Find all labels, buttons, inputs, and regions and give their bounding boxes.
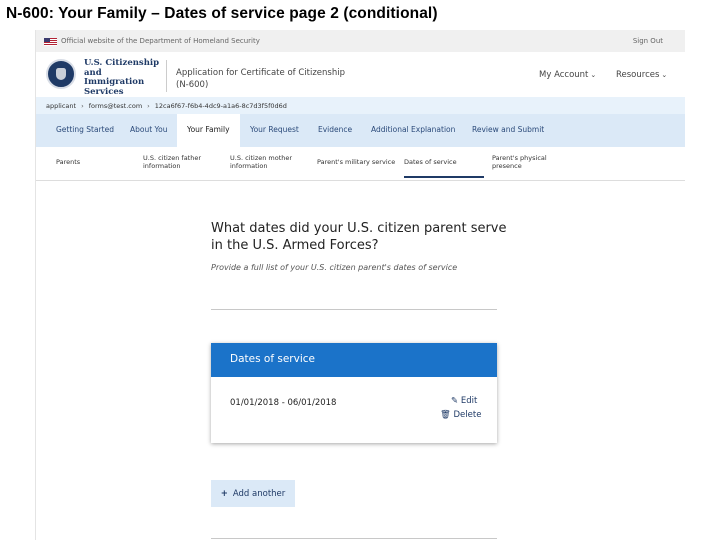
sub-nav: Parents U.S. citizen father information …: [36, 147, 685, 181]
tab-your-family[interactable]: Your Family: [177, 114, 240, 147]
tab-evidence[interactable]: Evidence: [318, 125, 352, 134]
agency-line: Services: [84, 86, 124, 97]
divider: [211, 538, 497, 539]
site-header: U.S. Citizenship and Immigration Service…: [36, 52, 685, 97]
tab-getting-started[interactable]: Getting Started: [56, 125, 114, 134]
application-form-number: (N-600): [176, 80, 209, 90]
breadcrumb-item: 12ca6f67-f6b4-4dc9-a1a6-8c7d3f5f0d6d: [154, 102, 287, 110]
breadcrumb-separator-icon: ›: [81, 102, 84, 110]
breadcrumb-item[interactable]: applicant: [46, 102, 76, 110]
card-title: Dates of service: [230, 353, 315, 365]
edit-label: Edit: [460, 396, 478, 406]
edit-button[interactable]: ✎ Edit: [451, 396, 477, 406]
subnav-military-service[interactable]: Parent's military service: [317, 158, 395, 166]
trash-icon: 🗑: [440, 410, 451, 420]
add-another-button[interactable]: + Add another: [211, 480, 295, 507]
slide-title: N-600: Your Family – Dates of service pa…: [6, 5, 438, 22]
subnav-parents[interactable]: Parents: [56, 158, 80, 166]
pencil-icon: ✎: [451, 396, 459, 406]
breadcrumb-item[interactable]: forms@test.com: [89, 102, 142, 110]
chevron-down-icon: ⌄: [590, 71, 597, 79]
dhs-seal-icon: [46, 59, 76, 89]
tab-additional-explanation[interactable]: Additional Explanation: [371, 125, 455, 134]
screenshot-frame: Official website of the Department of Ho…: [35, 30, 685, 540]
resources-label: Resources: [616, 70, 660, 80]
application-title: Application for Certificate of Citizensh…: [176, 67, 345, 91]
application-title-line: Application for Certificate of Citizensh…: [176, 68, 345, 78]
divider: [211, 309, 497, 310]
delete-button[interactable]: 🗑 Delete: [440, 410, 481, 420]
chevron-down-icon: ⌄: [661, 71, 668, 79]
us-flag-icon: [44, 38, 57, 46]
my-account-menu[interactable]: My Account ⌄: [539, 70, 596, 80]
plus-icon: +: [220, 488, 228, 499]
official-banner-text: Official website of the Department of Ho…: [61, 37, 260, 45]
delete-label: Delete: [453, 410, 482, 420]
subnav-dates-of-service[interactable]: Dates of service: [404, 158, 484, 178]
subnav-citizen-father[interactable]: U.S. citizen father information: [143, 154, 213, 170]
tab-about-you[interactable]: About You: [130, 125, 168, 134]
agency-line: and Immigration: [84, 67, 145, 87]
add-another-label: Add another: [232, 488, 286, 499]
my-account-label: My Account: [539, 70, 589, 80]
subnav-citizen-mother[interactable]: U.S. citizen mother information: [230, 154, 300, 170]
breadcrumb-separator-icon: ›: [147, 102, 150, 110]
breadcrumb-trail: applicant › forms@test.com › 12ca6f67-f6b4-4…: [46, 102, 287, 110]
dates-of-service-card: Dates of service 01/01/2018 - 06/01/2018…: [211, 343, 497, 443]
tab-review-and-submit[interactable]: Review and Submit: [472, 125, 544, 134]
section-nav: Getting Started About You Your Family Yo…: [36, 114, 685, 147]
header-divider: [166, 60, 167, 92]
tab-your-request[interactable]: Your Request: [250, 125, 299, 134]
official-banner: Official website of the Department of Ho…: [36, 30, 685, 52]
service-date-range: 01/01/2018 - 06/01/2018: [230, 398, 337, 408]
breadcrumb: applicant › forms@test.com › 12ca6f67-f6b4-4…: [36, 97, 685, 114]
page-question: What dates did your U.S. citizen parent …: [211, 221, 507, 253]
sign-out-link[interactable]: Sign Out: [633, 37, 663, 45]
resources-menu[interactable]: Resources ⌄: [616, 70, 667, 80]
card-header: Dates of service: [211, 343, 497, 377]
subnav-physical-presence[interactable]: Parent's physical presence: [492, 154, 562, 170]
question-hint: Provide a full list of your U.S. citizen…: [211, 263, 458, 272]
agency-logo-text[interactable]: U.S. Citizenship and Immigration Service…: [84, 58, 162, 97]
